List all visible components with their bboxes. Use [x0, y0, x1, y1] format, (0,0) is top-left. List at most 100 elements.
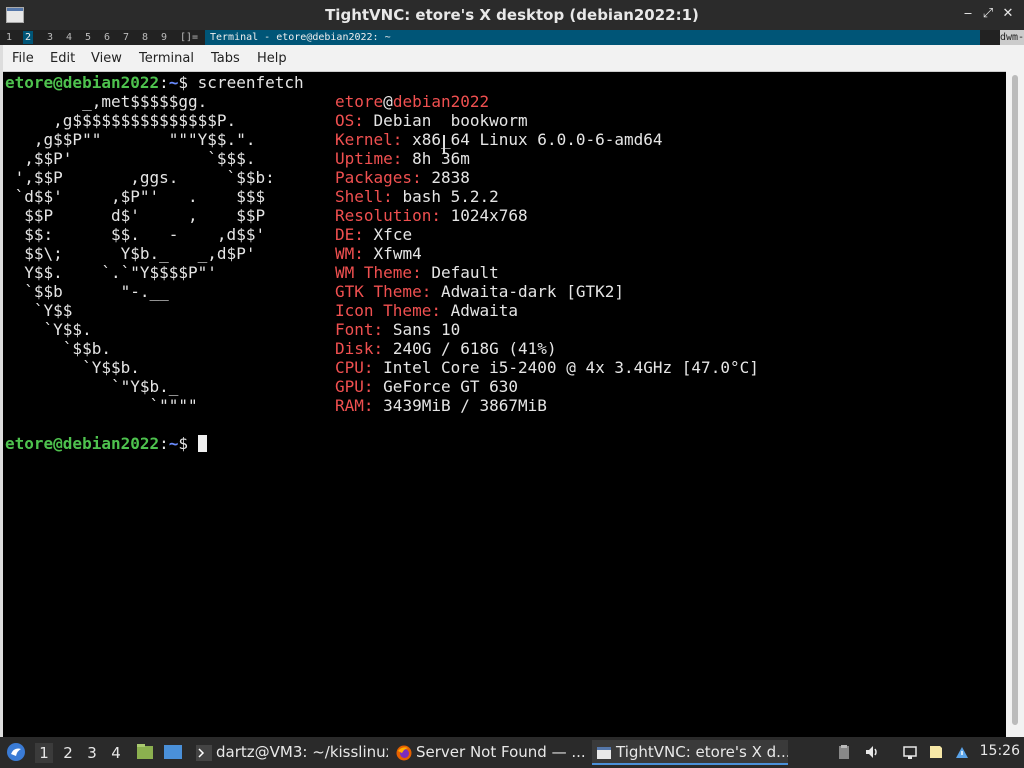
info-userhost: etore@debian2022 — [335, 92, 489, 111]
task-label: TightVNC: etore's X d... — [616, 743, 788, 761]
logo-line: `Y$$b. — [5, 358, 140, 377]
scrollbar-thumb[interactable] — [1012, 75, 1018, 725]
info-line: Kernel: x86_64 Linux 6.0.0-6-amd64 — [335, 130, 663, 149]
task-label: dartz@VM3: ~/kisslinux — [216, 743, 388, 761]
info-value: Default — [431, 263, 499, 282]
info-label: Font: — [335, 320, 384, 339]
terminal-icon — [196, 744, 212, 761]
menu-file[interactable]: File — [12, 51, 34, 66]
whisker-menu-icon[interactable] — [6, 742, 26, 762]
logo-line: ,g$$P"" """Y$$.". — [5, 130, 256, 149]
info-line: CPU: Intel Core i5-2400 @ 4x 3.4GHz [47.… — [335, 358, 759, 377]
updates-icon[interactable] — [954, 744, 970, 760]
dwm-tag-7[interactable]: 7 — [123, 31, 129, 44]
terminal-window[interactable]: File Edit View Terminal Tabs Help etore@… — [0, 45, 1006, 737]
notes-icon[interactable] — [928, 744, 944, 760]
task-label: Server Not Found — ... — [416, 743, 586, 761]
info-line: Font: Sans 10 — [335, 320, 460, 339]
dwm-tag-1[interactable]: 1 — [6, 31, 12, 44]
logo-line: `$$b "-.__ — [5, 282, 169, 301]
info-label: GTK Theme: — [335, 282, 432, 301]
panel-clock[interactable]: 15:26 — [980, 743, 1020, 759]
info-label: RAM: — [335, 396, 374, 415]
info-line: Icon Theme: Adwaita — [335, 301, 518, 320]
workspace-3[interactable]: 3 — [83, 743, 101, 763]
info-value: Adwaita — [450, 301, 519, 320]
workspace-4[interactable]: 4 — [107, 743, 125, 763]
dwm-tag-5[interactable]: 5 — [85, 31, 91, 44]
dwm-window-title: Terminal - etore@debian2022: ~ — [205, 30, 980, 45]
info-line: WM Theme: Default — [335, 263, 499, 282]
taskbar-panel: 1 2 3 4 dartz@VM3: ~/kisslinux Server No… — [0, 737, 1024, 768]
dwm-tag-8[interactable]: 8 — [142, 31, 148, 44]
logo-line: `"""" — [5, 396, 198, 415]
logo-line: `Y$$. — [5, 320, 92, 339]
logo-line: ',$$P ,ggs. `$$b: — [5, 168, 275, 187]
info-value: Intel Core i5-2400 @ 4x 3.4GHz [47.0°C] — [383, 358, 759, 377]
info-label: OS: — [335, 111, 364, 130]
dwm-tag-9[interactable]: 9 — [161, 31, 167, 44]
text-cursor — [197, 435, 207, 452]
logo-line: ,g$$$$$$$$$$$$$$$P. — [5, 111, 237, 130]
info-label: Disk: — [335, 339, 384, 358]
info-user: etore — [335, 92, 384, 111]
task-firefox[interactable]: Server Not Found — ... — [392, 740, 588, 765]
info-label: WM Theme: — [335, 263, 422, 282]
info-host: debian2022 — [392, 92, 490, 111]
info-label: Kernel: — [335, 130, 403, 149]
terminal-scrollbar[interactable] — [1006, 45, 1024, 737]
terminal-output[interactable]: etore@debian2022:~$ screenfetch _,met$$$… — [5, 73, 1005, 733]
info-value: 3439MiB / 3867MiB — [383, 396, 547, 415]
command-text: screenfetch — [197, 73, 304, 92]
workspace-1[interactable]: 1 — [35, 743, 53, 763]
task-tightvnc[interactable]: TightVNC: etore's X d... — [592, 740, 788, 765]
file-manager-icon[interactable] — [136, 743, 154, 763]
logo-line: `"Y$b._ — [5, 377, 179, 396]
menu-tabs[interactable]: Tabs — [211, 51, 240, 66]
volume-icon[interactable] — [864, 744, 880, 760]
info-value: Debian bookworm — [373, 111, 528, 130]
workspace-2[interactable]: 2 — [59, 743, 77, 763]
menu-help[interactable]: Help — [257, 51, 287, 66]
dwm-tag-3[interactable]: 3 — [47, 31, 53, 44]
info-value: 240G / 618G (41%) — [392, 339, 557, 358]
close-button[interactable]: ✕ — [1000, 6, 1016, 22]
info-value: bash 5.2.2 — [402, 187, 499, 206]
dwm-tag-6[interactable]: 6 — [104, 31, 110, 44]
task-terminal[interactable]: dartz@VM3: ~/kisslinux — [192, 740, 388, 765]
vnc-window-icon — [596, 744, 612, 760]
logo-line: ,$$P' `$$$. — [5, 149, 256, 168]
dwm-layout-symbol[interactable]: []= — [180, 31, 198, 44]
info-label: CPU: — [335, 358, 374, 377]
info-value: GeForce GT 630 — [383, 377, 519, 396]
menu-view[interactable]: View — [91, 51, 122, 66]
info-value: 2838 — [431, 168, 470, 187]
dwm-tag-2[interactable]: 2 — [23, 31, 34, 44]
info-value: Xfwm4 — [373, 244, 422, 263]
show-desktop-icon[interactable] — [163, 743, 183, 763]
prompt-dollar: $ — [178, 73, 198, 92]
info-label: Icon Theme: — [335, 301, 441, 320]
info-label: DE: — [335, 225, 364, 244]
info-label: Packages: — [335, 168, 422, 187]
info-line: Packages: 2838 — [335, 168, 470, 187]
info-line: Resolution: 1024x768 — [335, 206, 528, 225]
network-icon[interactable] — [902, 744, 918, 760]
menu-terminal[interactable]: Terminal — [139, 51, 194, 66]
info-at: @ — [383, 92, 393, 111]
info-label: Resolution: — [335, 206, 441, 225]
firefox-icon — [396, 744, 412, 761]
logo-line: `Y$$ — [5, 301, 73, 320]
prompt-dollar: $ — [178, 434, 198, 453]
minimize-button[interactable]: ‒ — [960, 6, 976, 22]
prompt-line: etore@debian2022:~$ — [5, 434, 207, 453]
vnc-titlebar[interactable]: TightVNC: etore's X desktop (debian2022:… — [0, 0, 1024, 30]
dwm-status: dwm- — [1000, 30, 1024, 45]
logo-line: `$$b. — [5, 339, 111, 358]
info-line: Disk: 240G / 618G (41%) — [335, 339, 557, 358]
info-line: WM: Xfwm4 — [335, 244, 422, 263]
maximize-button[interactable]: ⤢ — [980, 6, 996, 22]
menu-edit[interactable]: Edit — [50, 51, 75, 66]
dwm-tag-4[interactable]: 4 — [66, 31, 72, 44]
clipboard-icon[interactable] — [836, 744, 852, 760]
